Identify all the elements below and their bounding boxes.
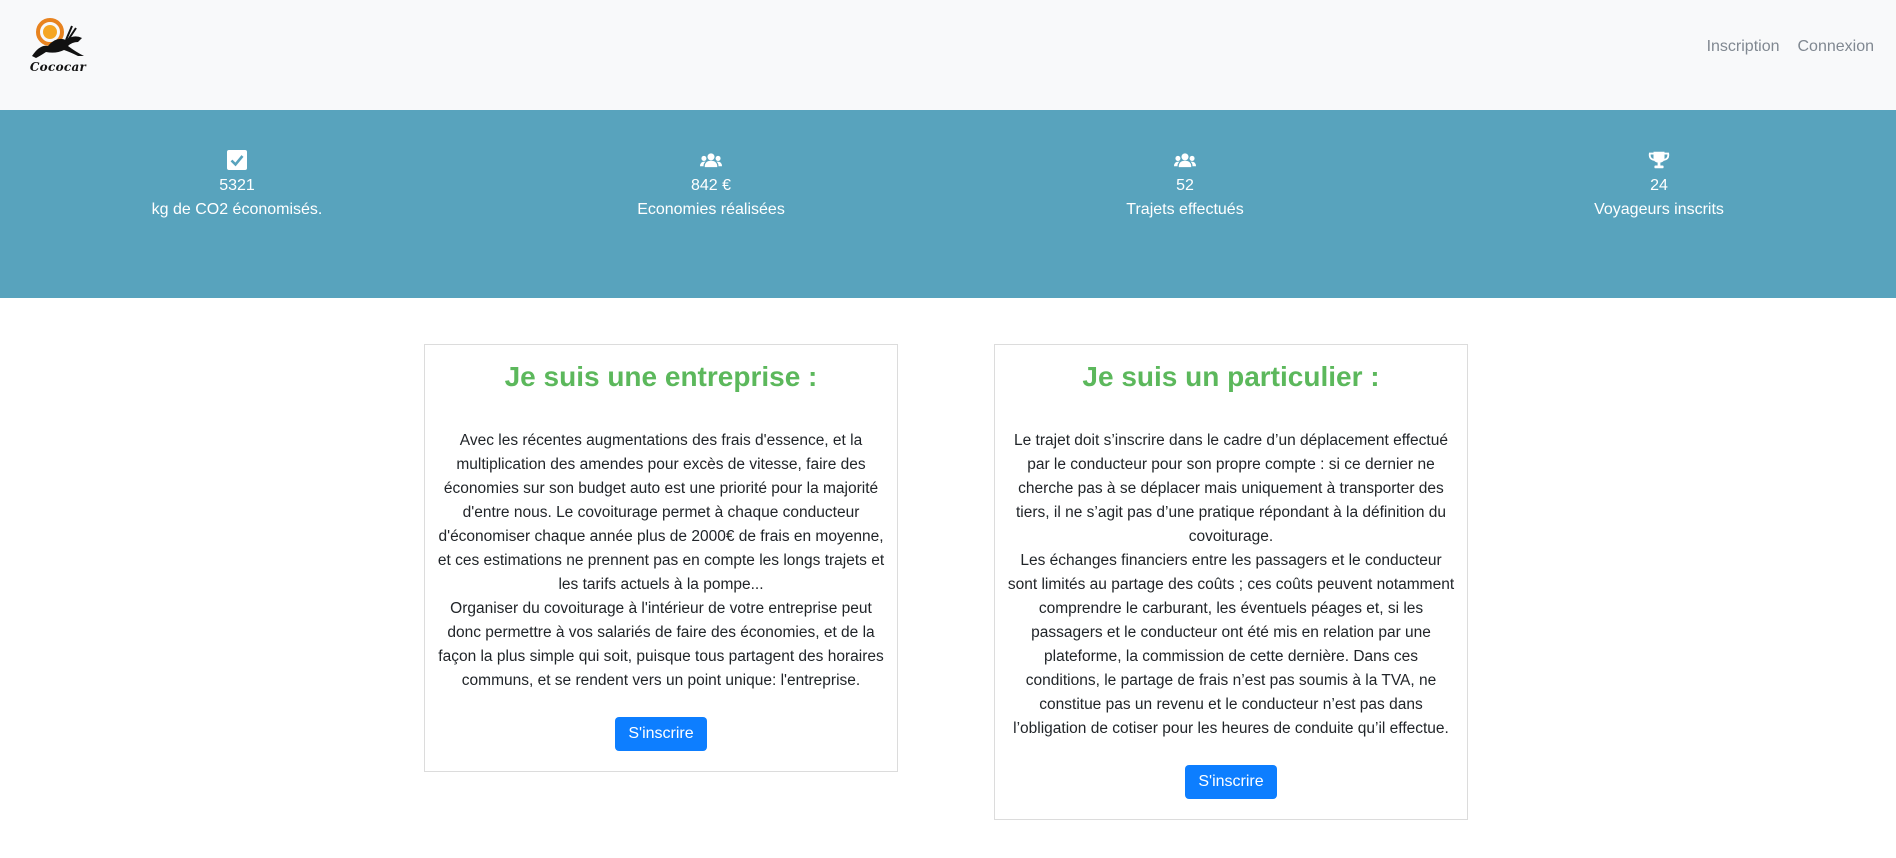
nav-links: Inscription Connexion [1707,38,1874,56]
stat-value: 24 [1650,177,1668,194]
stat-value: 842 € [690,177,732,194]
stat-voyageurs: 24 Voyageurs inscrits [1422,110,1896,298]
inscrire-particulier-button[interactable]: S'inscrire [1185,765,1277,799]
nav-link-inscription[interactable]: Inscription [1707,38,1780,56]
stat-trajets: 52 Trajets effectués [948,110,1422,298]
cards-section: Je suis une entreprise : Avec les récent… [0,298,1896,858]
cococar-logo[interactable]: Cococar [26,16,90,74]
stat-label: kg de CO2 économisés. [151,201,323,218]
card-entreprise: Je suis une entreprise : Avec les récent… [424,344,898,772]
logo-text: Cococar [29,60,87,74]
card-title: Je suis un particulier : [1082,361,1380,392]
stat-value: 52 [1176,177,1194,194]
stat-label: Voyageurs inscrits [1594,201,1724,218]
check-square-icon [227,150,247,170]
users-icon [700,153,722,168]
nav-link-connexion[interactable]: Connexion [1798,38,1875,56]
card-particulier: Je suis un particulier : Le trajet doit … [994,344,1468,820]
card-text: Avec les récentes augmentations des frai… [437,432,885,689]
stat-label: Economies réalisées [637,201,785,218]
users-icon [1174,153,1196,168]
inscrire-entreprise-button[interactable]: S'inscrire [615,717,707,751]
logo-gazelle-icon [32,18,84,58]
stat-economies: 842 € Economies réalisées [474,110,948,298]
navbar: Cococar Inscription Connexion [0,0,1896,110]
stat-co2: 5321 kg de CO2 économisés. [0,110,474,298]
trophy-icon [1648,151,1670,169]
stat-label: Trajets effectués [1126,201,1244,218]
card-title: Je suis une entreprise : [504,361,818,392]
stats-band: 5321 kg de CO2 économisés. 842 € Economi… [0,110,1896,298]
card-text: Le trajet doit s’inscrire dans le cadre … [1007,432,1455,737]
stat-value: 5321 [219,177,255,194]
